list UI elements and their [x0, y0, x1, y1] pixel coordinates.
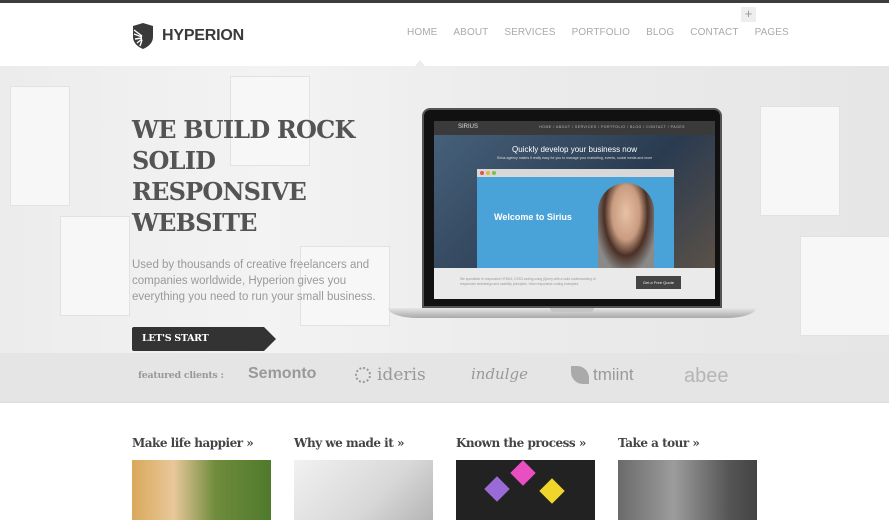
client-name: Semonto: [248, 365, 317, 382]
client-logo-ideris[interactable]: ideris: [355, 365, 426, 385]
client-name: ideris: [377, 365, 426, 385]
client-name: tmiint: [593, 365, 634, 384]
feature-card[interactable]: Why we made it »: [294, 436, 433, 520]
nav-about[interactable]: ABOUT: [453, 27, 488, 38]
site-header: HYPERION HOME ABOUT SERVICES PORTFOLIO B…: [0, 3, 889, 66]
laptop-screen: SIRIUS HOME / ABOUT / SERVICES / PORTFOL…: [434, 121, 715, 299]
smiling-girl-image: [132, 460, 271, 520]
browser-titlebar: [477, 169, 674, 177]
background-building: [60, 216, 130, 316]
client-logo-semonto[interactable]: Semonto: [248, 365, 316, 383]
process-notes-image: [456, 460, 595, 520]
feature-card[interactable]: Take a tour »: [618, 436, 757, 520]
nav-pages[interactable]: PAGES: [755, 27, 789, 38]
main-nav: HOME ABOUT SERVICES PORTFOLIO BLOG CONTA…: [407, 27, 805, 38]
screen-logo: SIRIUS: [458, 124, 479, 130]
laptop-lid: SIRIUS HOME / ABOUT / SERVICES / PORTFOL…: [422, 108, 722, 308]
shield-logo-icon: [133, 23, 153, 49]
nav-portfolio[interactable]: PORTFOLIO: [572, 27, 631, 38]
headline-line: WEBSITE: [132, 208, 257, 237]
woman-photo: [598, 183, 654, 268]
client-logo-abee[interactable]: abee: [684, 365, 729, 388]
screen-footer-text: We specialise in responsive HTML5, CSS3 …: [460, 277, 596, 286]
client-logo-indulge[interactable]: indulge: [471, 365, 528, 383]
feature-title[interactable]: Make life happier »: [132, 436, 271, 452]
active-nav-caret: [415, 60, 425, 66]
clients-label: featured clients :: [138, 370, 224, 381]
screen-browser-window: Welcome to Sirius: [477, 169, 674, 268]
ideris-circle-icon: [355, 367, 371, 383]
featured-clients-strip: featured clients : Semonto ideris indulg…: [0, 353, 889, 403]
background-building: [760, 106, 840, 216]
headline-line: RESPONSIVE: [132, 177, 307, 206]
sticky-note: [484, 476, 510, 502]
nav-contact[interactable]: CONTACT: [690, 27, 738, 38]
screen-welcome: Welcome to Sirius: [494, 212, 572, 222]
client-name: abee: [684, 365, 729, 387]
feature-card[interactable]: Make life happier »: [132, 436, 271, 520]
screen-subtitle: Sirius agency makes it really easy for y…: [496, 156, 653, 160]
leaf-icon: [571, 366, 589, 384]
nav-home[interactable]: HOME: [407, 27, 437, 38]
minimize-dot-icon: [486, 171, 490, 175]
screen-menu: HOME / ABOUT / SERVICES / PORTFOLIO / BL…: [539, 125, 685, 129]
hero-headline: WE BUILD ROCK SOLID RESPONSIVE WEBSITE: [132, 114, 355, 238]
screen-quote-button: Get a Free Quote: [635, 276, 681, 289]
feature-title[interactable]: Why we made it »: [294, 436, 433, 452]
screen-footer: We specialise in responsive HTML5, CSS3 …: [434, 268, 715, 299]
maximize-dot-icon: [492, 171, 496, 175]
close-dot-icon: [480, 171, 484, 175]
client-logo-tmiint[interactable]: tmiint: [571, 365, 634, 385]
screen-navbar: SIRIUS HOME / ABOUT / SERVICES / PORTFOL…: [434, 121, 715, 135]
screen-title: Quickly develop your business now: [512, 145, 637, 154]
nav-services[interactable]: SERVICES: [504, 27, 555, 38]
screen-hero: Quickly develop your business now Sirius…: [434, 135, 715, 268]
headline-line: SOLID: [132, 146, 216, 175]
sticky-note: [510, 460, 536, 486]
headline-line: WE BUILD ROCK: [132, 115, 355, 144]
hero-description: Used by thousands of creative freelancer…: [132, 259, 376, 303]
laptop-notch: [550, 308, 594, 312]
cta-button[interactable]: LET'S START SOMETHING: [132, 327, 276, 368]
nav-blog[interactable]: BLOG: [646, 27, 674, 38]
logo[interactable]: HYPERION: [132, 23, 244, 49]
touchscreen-woman-image: [618, 460, 757, 520]
background-building: [800, 236, 889, 336]
client-name: indulge: [471, 365, 528, 383]
background-building: [10, 86, 70, 206]
sketch-diagram-image: [294, 460, 433, 520]
sticky-note: [539, 478, 565, 504]
feature-card[interactable]: Known the process »: [456, 436, 595, 520]
feature-title[interactable]: Known the process »: [456, 436, 595, 452]
brand-name: HYPERION: [162, 27, 244, 44]
feature-title[interactable]: Take a tour »: [618, 436, 757, 452]
panel-toggle-button[interactable]: +: [741, 7, 756, 22]
